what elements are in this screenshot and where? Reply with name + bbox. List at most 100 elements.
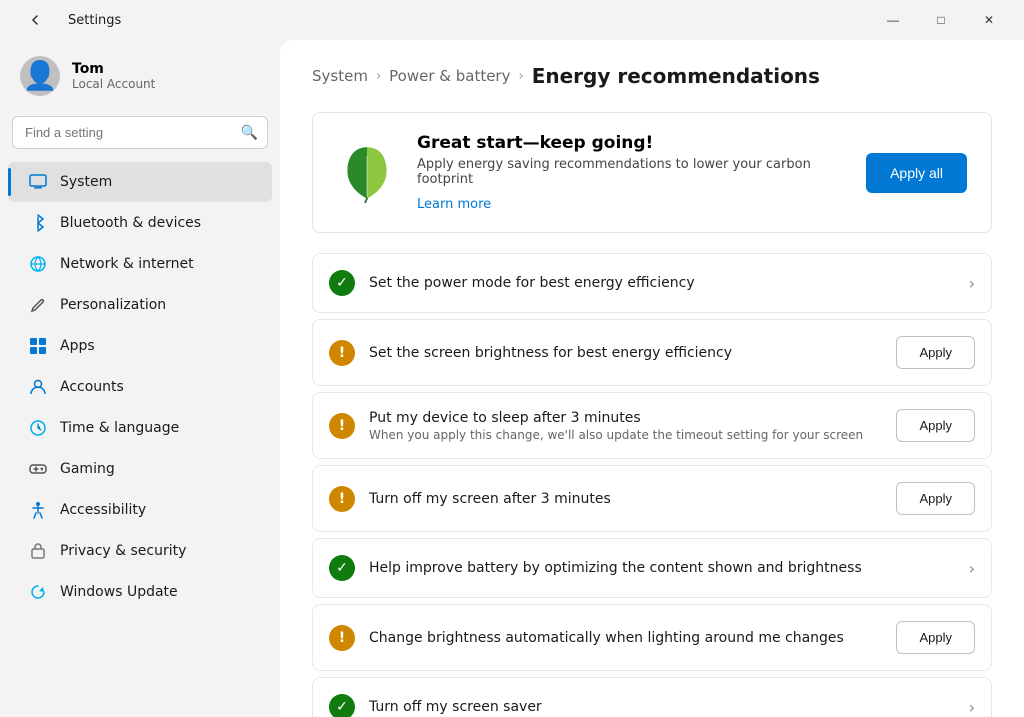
- nav-icon-accounts: [28, 377, 48, 397]
- rec-row-screen-off-3min: ! Turn off my screen after 3 minutes App…: [312, 465, 992, 532]
- nav-icon-system: [28, 172, 48, 192]
- rec-label-battery-optimize: Help improve battery by optimizing the c…: [369, 560, 955, 576]
- rec-row-sleep-3min: ! Put my device to sleep after 3 minutes…: [312, 392, 992, 459]
- leaf-icon: [337, 143, 397, 203]
- rec-label-screen-off-3min: Turn off my screen after 3 minutes: [369, 491, 882, 507]
- window-controls: — □ ✕: [870, 4, 1012, 36]
- apply-button-auto-brightness[interactable]: Apply: [896, 621, 975, 654]
- rec-text-power-mode: Set the power mode for best energy effic…: [369, 275, 955, 291]
- rec-status-icon-screen-brightness: !: [329, 340, 355, 366]
- breadcrumb-sep-2: ›: [518, 69, 523, 84]
- nav-label-accounts: Accounts: [60, 379, 124, 395]
- apply-button-screen-brightness[interactable]: Apply: [896, 336, 975, 369]
- content-area: System › Power & battery › Energy recomm…: [280, 40, 1024, 717]
- sidebar-item-gaming[interactable]: Gaming: [8, 449, 272, 489]
- nav-label-update: Windows Update: [60, 584, 178, 600]
- nav-icon-personalization: [28, 295, 48, 315]
- rec-text-screen-saver: Turn off my screen saver: [369, 699, 955, 715]
- user-name: Tom: [72, 61, 155, 77]
- breadcrumb-power[interactable]: Power & battery: [389, 67, 510, 85]
- rec-sublabel-sleep-3min: When you apply this change, we'll also u…: [369, 428, 882, 442]
- chevron-icon-power-mode[interactable]: ›: [969, 274, 975, 293]
- nav-label-network: Network & internet: [60, 256, 194, 272]
- sidebar-item-time[interactable]: Time & language: [8, 408, 272, 448]
- nav-label-bluetooth: Bluetooth & devices: [60, 215, 201, 231]
- rec-action-battery-optimize: ›: [969, 559, 975, 578]
- nav-label-time: Time & language: [60, 420, 179, 436]
- rec-row-auto-brightness: ! Change brightness automatically when l…: [312, 604, 992, 671]
- rec-label-screen-brightness: Set the screen brightness for best energ…: [369, 345, 882, 361]
- title-bar: Settings — □ ✕: [0, 0, 1024, 40]
- chevron-icon-screen-saver[interactable]: ›: [969, 698, 975, 717]
- rec-label-power-mode: Set the power mode for best energy effic…: [369, 275, 955, 291]
- nav-icon-update: [28, 582, 48, 602]
- banner-text: Great start—keep going! Apply energy sav…: [417, 133, 846, 212]
- nav-label-accessibility: Accessibility: [60, 502, 146, 518]
- rec-action-auto-brightness: Apply: [896, 621, 975, 654]
- app-title: Settings: [68, 13, 121, 28]
- rec-row-screen-brightness: ! Set the screen brightness for best ene…: [312, 319, 992, 386]
- banner-description: Apply energy saving recommendations to l…: [417, 157, 846, 187]
- rec-row-power-mode: ✓ Set the power mode for best energy eff…: [312, 253, 992, 313]
- banner-title: Great start—keep going!: [417, 133, 846, 153]
- recommendations-list: ✓ Set the power mode for best energy eff…: [312, 253, 992, 717]
- rec-status-icon-screen-saver: ✓: [329, 694, 355, 717]
- sidebar-item-bluetooth[interactable]: Bluetooth & devices: [8, 203, 272, 243]
- avatar-icon: 👤: [23, 62, 58, 90]
- sidebar-item-apps[interactable]: Apps: [8, 326, 272, 366]
- rec-status-icon-power-mode: ✓: [329, 270, 355, 296]
- nav-icon-gaming: [28, 459, 48, 479]
- search-icon: 🔍: [241, 125, 258, 141]
- search-input[interactable]: [12, 116, 268, 149]
- breadcrumb-system[interactable]: System: [312, 67, 368, 85]
- rec-action-power-mode: ›: [969, 274, 975, 293]
- energy-banner: Great start—keep going! Apply energy sav…: [312, 112, 992, 233]
- rec-row-screen-saver: ✓ Turn off my screen saver ›: [312, 677, 992, 717]
- minimize-button[interactable]: —: [870, 4, 916, 36]
- rec-action-screen-saver: ›: [969, 698, 975, 717]
- learn-more-link[interactable]: Learn more: [417, 197, 491, 212]
- rec-text-auto-brightness: Change brightness automatically when lig…: [369, 630, 882, 646]
- chevron-icon-battery-optimize[interactable]: ›: [969, 559, 975, 578]
- user-info: Tom Local Account: [72, 61, 155, 91]
- sidebar-item-update[interactable]: Windows Update: [8, 572, 272, 612]
- apply-button-screen-off-3min[interactable]: Apply: [896, 482, 975, 515]
- sidebar-item-personalization[interactable]: Personalization: [8, 285, 272, 325]
- apply-all-button[interactable]: Apply all: [866, 153, 967, 193]
- nav-label-personalization: Personalization: [60, 297, 166, 313]
- breadcrumb-current: Energy recommendations: [532, 64, 820, 88]
- rec-action-screen-brightness: Apply: [896, 336, 975, 369]
- rec-label-sleep-3min: Put my device to sleep after 3 minutes: [369, 410, 882, 426]
- nav-icon-accessibility: [28, 500, 48, 520]
- sidebar-item-privacy[interactable]: Privacy & security: [8, 531, 272, 571]
- nav-icon-privacy: [28, 541, 48, 561]
- breadcrumb-sep-1: ›: [376, 69, 381, 84]
- user-profile: 👤 Tom Local Account: [0, 40, 280, 116]
- apply-button-sleep-3min[interactable]: Apply: [896, 409, 975, 442]
- avatar: 👤: [20, 56, 60, 96]
- rec-text-battery-optimize: Help improve battery by optimizing the c…: [369, 560, 955, 576]
- nav-icon-network: [28, 254, 48, 274]
- rec-status-icon-battery-optimize: ✓: [329, 555, 355, 581]
- sidebar-item-system[interactable]: System: [8, 162, 272, 202]
- back-button[interactable]: [12, 4, 58, 36]
- sidebar-item-network[interactable]: Network & internet: [8, 244, 272, 284]
- rec-text-screen-brightness: Set the screen brightness for best energ…: [369, 345, 882, 361]
- rec-status-icon-sleep-3min: !: [329, 413, 355, 439]
- nav-label-gaming: Gaming: [60, 461, 115, 477]
- user-account-type: Local Account: [72, 77, 155, 91]
- rec-status-icon-screen-off-3min: !: [329, 486, 355, 512]
- sidebar-item-accessibility[interactable]: Accessibility: [8, 490, 272, 530]
- app-body: 👤 Tom Local Account 🔍 System Bluetooth &…: [0, 40, 1024, 717]
- sidebar-item-accounts[interactable]: Accounts: [8, 367, 272, 407]
- close-button[interactable]: ✕: [966, 4, 1012, 36]
- breadcrumb: System › Power & battery › Energy recomm…: [312, 64, 992, 88]
- maximize-button[interactable]: □: [918, 4, 964, 36]
- rec-action-sleep-3min: Apply: [896, 409, 975, 442]
- rec-status-icon-auto-brightness: !: [329, 625, 355, 651]
- search-box: 🔍: [12, 116, 268, 149]
- nav-icon-bluetooth: [28, 213, 48, 233]
- nav-label-system: System: [60, 174, 112, 190]
- sidebar: 👤 Tom Local Account 🔍 System Bluetooth &…: [0, 40, 280, 717]
- rec-text-sleep-3min: Put my device to sleep after 3 minutes W…: [369, 410, 882, 442]
